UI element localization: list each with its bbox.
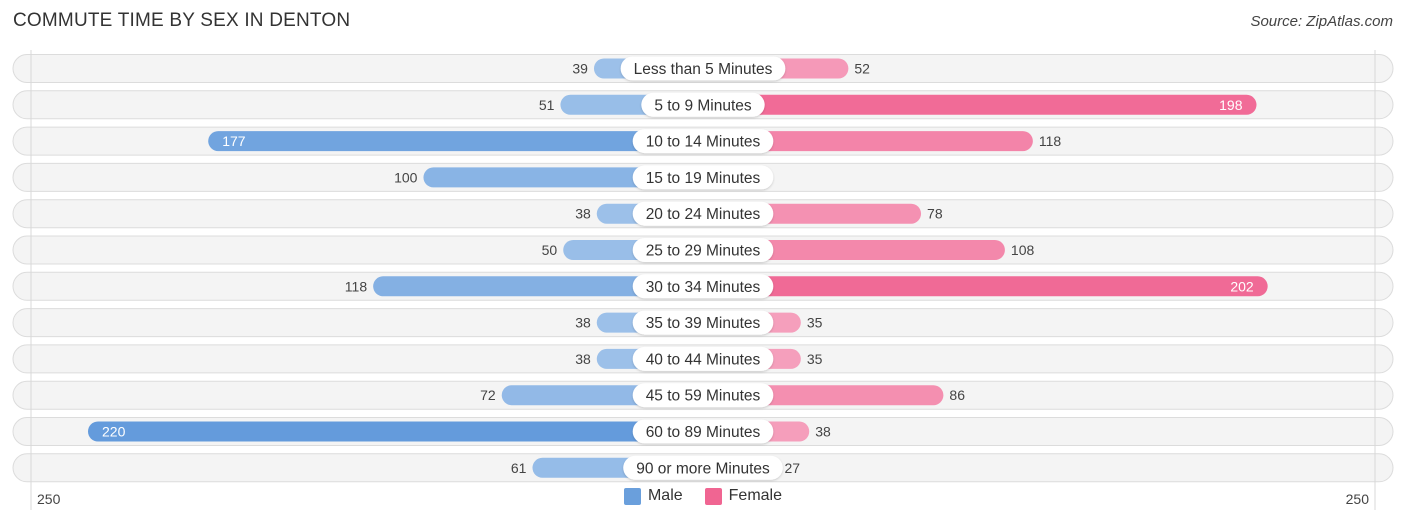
legend-swatch-male: [623, 487, 641, 505]
category-label: 20 to 24 Minutes: [632, 201, 774, 226]
category-label: 45 to 59 Minutes: [632, 383, 774, 408]
value-label-female: 38: [815, 424, 831, 440]
category-label-text: 15 to 19 Minutes: [646, 170, 761, 187]
value-label-male: 51: [539, 97, 555, 113]
value-label-female: 78: [927, 206, 943, 222]
category-label: 35 to 39 Minutes: [632, 310, 774, 335]
value-label-female: 202: [1230, 278, 1254, 294]
legend-item-female[interactable]: Female: [704, 487, 783, 505]
category-label-text: 5 to 9 Minutes: [654, 97, 752, 114]
legend-label-female: Female: [728, 487, 783, 504]
value-label-male: 220: [102, 424, 126, 440]
value-label-male: 72: [480, 387, 496, 403]
category-label: 5 to 9 Minutes: [641, 92, 765, 117]
value-label-female: 35: [807, 351, 823, 367]
value-label-female: 86: [949, 387, 965, 403]
category-label: 60 to 89 Minutes: [632, 419, 774, 444]
value-label-male: 177: [222, 133, 246, 149]
value-label-male: 61: [511, 460, 527, 476]
category-label: 10 to 14 Minutes: [632, 129, 774, 154]
chart-canvas: 39 52 Less than 5 Minutes 51 198 5 to 9 Minut…: [12, 50, 1394, 510]
category-label: 40 to 44 Minutes: [632, 346, 774, 371]
value-label-male: 38: [575, 351, 591, 367]
value-label-female: 35: [807, 315, 823, 331]
category-label-text: 10 to 14 Minutes: [646, 134, 761, 151]
category-label: 30 to 34 Minutes: [632, 274, 774, 299]
category-label: 15 to 19 Minutes: [632, 165, 774, 190]
category-label-text: 90 or more Minutes: [636, 460, 770, 477]
value-label-male: 100: [394, 169, 418, 185]
category-label-text: Less than 5 Minutes: [634, 61, 773, 78]
value-label-female: 108: [1011, 242, 1035, 258]
category-label: Less than 5 Minutes: [620, 56, 786, 81]
category-label-text: 40 to 44 Minutes: [646, 351, 761, 368]
value-label-female: 198: [1219, 97, 1243, 113]
bar-female[interactable]: [693, 94, 1257, 115]
value-label-female: 118: [1039, 133, 1062, 149]
value-label-male: 38: [575, 315, 591, 331]
value-label-male: 50: [542, 242, 558, 258]
bar-female[interactable]: [693, 276, 1268, 297]
legend: Male Female: [0, 487, 1406, 505]
value-label-female: 27: [784, 460, 800, 476]
category-label-text: 35 to 39 Minutes: [646, 315, 761, 332]
category-label-text: 20 to 24 Minutes: [646, 206, 761, 223]
value-label-male: 118: [345, 278, 368, 294]
category-label-text: 30 to 34 Minutes: [646, 279, 761, 296]
category-label: 90 or more Minutes: [623, 455, 783, 480]
value-label-female: 52: [854, 61, 870, 77]
category-label-text: 25 to 29 Minutes: [646, 243, 761, 260]
legend-swatch-female: [704, 487, 722, 505]
value-label-male: 38: [575, 206, 591, 222]
value-label-male: 39: [572, 61, 588, 77]
legend-item-male[interactable]: Male: [623, 487, 683, 505]
category-label-text: 45 to 59 Minutes: [646, 388, 761, 405]
category-label: 25 to 29 Minutes: [632, 238, 774, 262]
legend-label-male: Male: [647, 487, 683, 504]
bar-male[interactable]: [88, 421, 713, 442]
category-label-text: 60 to 89 Minutes: [646, 424, 761, 441]
